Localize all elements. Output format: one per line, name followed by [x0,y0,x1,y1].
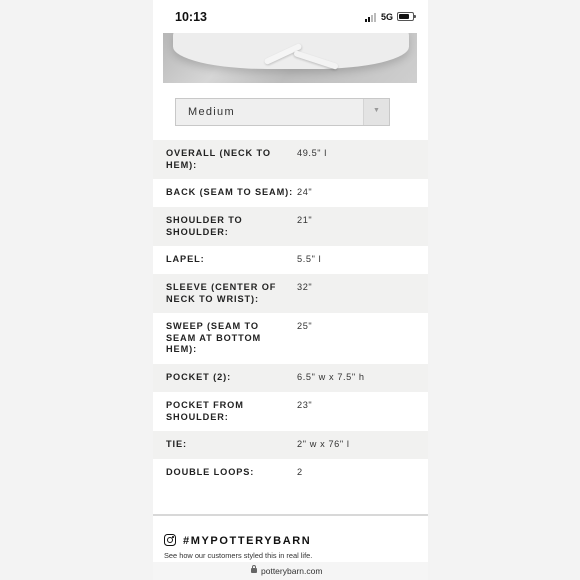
spec-value: 21" [297,215,313,225]
spec-value: 24" [297,187,313,197]
spec-value: 49.5" l [297,148,327,158]
signal-icon [365,13,377,22]
spec-label: SWEEP (SEAM TO SEAM AT BOTTOM HEM): [166,321,262,354]
spec-row: POCKET FROM SHOULDER: 23" [153,392,428,431]
spec-value: 2 [297,467,303,477]
chevron-down-icon: ▼ [373,107,380,114]
spec-value: 5.5" l [297,254,322,264]
spec-label: POCKET (2): [166,372,232,382]
browser-url-bar[interactable]: potterybarn.com [153,562,428,580]
status-bar: 10:13 5G [153,0,428,32]
spec-label: SHOULDER TO SHOULDER: [166,215,243,237]
product-image [163,33,417,83]
instagram-hashtag[interactable]: #MYPOTTERYBARN [183,535,311,547]
spec-row: SWEEP (SEAM TO SEAM AT BOTTOM HEM): 25" [153,313,428,364]
spec-value: 6.5" w x 7.5" h [297,372,365,382]
battery-icon [397,12,416,21]
spec-label: OVERALL (NECK TO HEM): [166,148,271,170]
instagram-icon[interactable] [164,534,176,546]
spec-value: 23" [297,400,313,410]
spec-row: DOUBLE LOOPS: 2 [153,459,428,487]
lock-icon [251,565,257,573]
size-select-arrow[interactable]: ▼ [363,99,389,125]
spec-row: SLEEVE (CENTER OF NECK TO WRIST): 32" [153,274,428,313]
spec-label: LAPEL: [166,254,205,264]
size-select-value: Medium [188,106,235,118]
spec-row: LAPEL: 5.5" l [153,246,428,274]
spec-value: 25" [297,321,313,331]
spec-label: POCKET FROM SHOULDER: [166,400,244,422]
spec-label: BACK (SEAM TO SEAM): [166,187,294,197]
phone-screen: 10:13 5G Medium ▼ OVERALL (NECK TO HEM):… [153,0,428,580]
spec-value: 2" w x 76" l [297,439,350,449]
spec-label: SLEEVE (CENTER OF NECK TO WRIST): [166,282,277,304]
right-margin [428,0,580,580]
status-time: 10:13 [175,10,207,24]
spec-value: 32" [297,282,313,292]
spec-label: TIE: [166,439,187,449]
spec-row: POCKET (2): 6.5" w x 7.5" h [153,364,428,392]
size-select[interactable]: Medium ▼ [175,98,390,126]
instagram-subtext: See how our customers styled this in rea… [164,551,313,560]
spec-table: OVERALL (NECK TO HEM): 49.5" l BACK (SEA… [153,140,428,487]
spec-row: OVERALL (NECK TO HEM): 49.5" l [153,140,428,179]
spec-row: SHOULDER TO SHOULDER: 21" [153,207,428,246]
spec-label: DOUBLE LOOPS: [166,467,255,477]
network-label: 5G [381,12,394,22]
spec-row: BACK (SEAM TO SEAM): 24" [153,179,428,207]
spec-row: TIE: 2" w x 76" l [153,431,428,459]
left-margin [0,0,153,580]
browser-url[interactable]: potterybarn.com [261,566,322,576]
section-divider [153,514,428,516]
